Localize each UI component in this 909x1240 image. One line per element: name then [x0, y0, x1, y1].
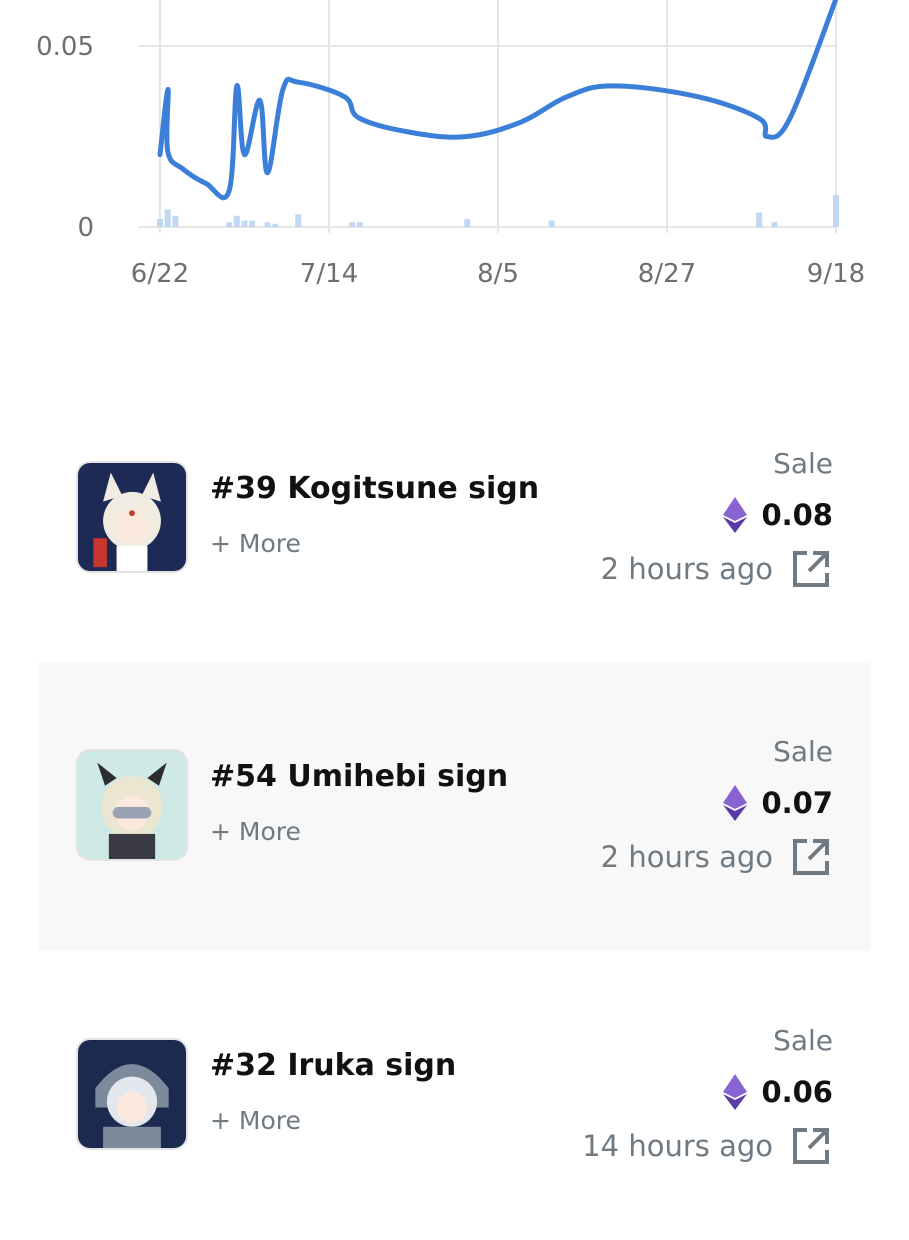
timestamp: 14 hours ago — [582, 1124, 833, 1168]
x-tick-label: 6/22 — [131, 259, 189, 289]
price-history-chart: 6/227/148/58/279/18 00.05 — [0, 0, 909, 300]
time-ago: 14 hours ago — [582, 1129, 773, 1163]
activity-row[interactable]: #39 Kogitsune sign + More Sale 0.08 2 ho… — [38, 375, 871, 663]
avatar — [78, 463, 186, 571]
price-value: 0.08 — [761, 498, 833, 532]
volume-bar — [833, 195, 839, 227]
volume-bar — [265, 222, 271, 227]
volume-bar — [272, 224, 278, 227]
item-thumbnail[interactable] — [76, 461, 188, 573]
event-type: Sale — [773, 735, 833, 768]
ethereum-icon — [723, 1074, 747, 1110]
y-tick-label: 0 — [77, 213, 94, 243]
volume-bar — [357, 222, 363, 227]
timestamp: 2 hours ago — [601, 547, 833, 591]
volume-bar — [165, 209, 171, 227]
price: 0.08 — [723, 497, 833, 533]
x-tick-label: 9/18 — [807, 259, 865, 289]
volume-bar — [756, 213, 762, 227]
item-thumbnail[interactable] — [76, 749, 188, 861]
avatar — [78, 1040, 186, 1148]
external-link-icon[interactable] — [789, 835, 833, 879]
volume-bar — [242, 221, 248, 227]
item-name[interactable]: #32 Iruka sign — [210, 1048, 456, 1083]
volume-bar — [157, 219, 163, 227]
volume-bar — [549, 221, 555, 227]
price-value: 0.06 — [761, 1075, 833, 1109]
x-axis-ticks: 6/22 7/14 8/5 8/27 9/18 — [131, 259, 865, 289]
volume-bar — [172, 216, 178, 227]
volume-bar — [249, 221, 255, 227]
volume-bar — [226, 222, 232, 227]
volume-bar — [234, 216, 240, 227]
chart-grid — [138, 0, 836, 233]
external-link-icon[interactable] — [789, 547, 833, 591]
more-link[interactable]: + More — [210, 1106, 301, 1135]
price: 0.06 — [723, 1074, 833, 1110]
item-name[interactable]: #54 Umihebi sign — [210, 759, 508, 794]
event-type: Sale — [773, 1024, 833, 1057]
price-value: 0.07 — [761, 786, 833, 820]
timestamp: 2 hours ago — [601, 835, 833, 879]
item-thumbnail[interactable] — [76, 1038, 188, 1150]
more-link[interactable]: + More — [210, 817, 301, 846]
y-tick-label: 0.05 — [36, 32, 94, 62]
x-tick-label: 7/14 — [300, 259, 358, 289]
event-type: Sale — [773, 447, 833, 480]
activity-row[interactable]: #54 Umihebi sign + More Sale 0.07 2 hour… — [38, 663, 871, 951]
avatar — [78, 751, 186, 859]
price: 0.07 — [723, 785, 833, 821]
time-ago: 2 hours ago — [601, 840, 773, 874]
more-link[interactable]: + More — [210, 529, 301, 558]
y-axis-ticks: 00.05 — [36, 32, 94, 243]
volume-bar — [464, 219, 470, 227]
activity-row[interactable]: #32 Iruka sign + More Sale 0.06 14 hours… — [38, 952, 871, 1240]
volume-bar — [349, 222, 355, 227]
ethereum-icon — [723, 785, 747, 821]
external-link-icon[interactable] — [789, 1124, 833, 1168]
time-ago: 2 hours ago — [601, 552, 773, 586]
x-tick-label: 8/5 — [477, 259, 519, 289]
item-name[interactable]: #39 Kogitsune sign — [210, 471, 539, 506]
x-tick-label: 8/27 — [638, 259, 696, 289]
volume-bar — [295, 214, 301, 227]
ethereum-icon — [723, 497, 747, 533]
volume-bar — [772, 222, 778, 227]
